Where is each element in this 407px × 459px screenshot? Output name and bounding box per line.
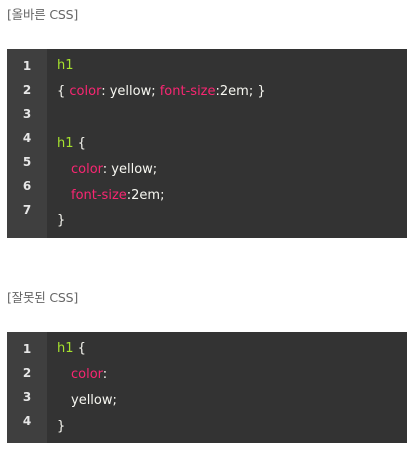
line-number: 4 [22,414,32,428]
punctuation-token: } [57,213,66,228]
selector-token: h1 [57,136,74,151]
selector-token: h1 [57,341,74,356]
value-token: : [102,367,108,382]
line-number: 7 [22,203,32,217]
value-token: : yellow; [102,162,158,177]
property-token: font-size [71,188,127,203]
line-number: 6 [22,179,32,193]
code-line-1: h1 { [57,341,86,357]
code-line-4: h1 { [57,136,86,152]
code-line-2: { color: yellow; font-size:2em; } [57,84,266,100]
line-number: 5 [22,155,32,169]
line-number-gutter: 1 2 3 4 [7,332,47,443]
caption-wrong-css: [잘못된 CSS] [7,290,79,305]
line-number: 2 [22,366,32,380]
punctuation-token: { [73,341,86,356]
code-line-5: color: yellow; [71,162,157,178]
code-line-6: font-size:2em; [71,188,164,204]
line-number-gutter: 1 2 3 4 5 6 7 [7,49,47,238]
punctuation-token: { [73,136,86,151]
code-block-correct: 1 2 3 4 5 6 7 h1 { color: yellow; font-s… [7,49,407,238]
value-token: : yellow; [101,84,160,99]
value-token: :2em; } [215,84,266,99]
line-number: 4 [22,131,32,145]
line-number: 2 [22,83,32,97]
value-token: :2em; [126,188,165,203]
code-line-3: yellow; [71,393,117,409]
line-number: 3 [22,107,32,121]
property-token: color [69,84,102,99]
selector-token: h1 [57,58,74,73]
property-token: font-size [159,84,216,99]
property-token: color [71,162,103,177]
caption-correct-css: [올바른 CSS] [7,7,79,22]
punctuation-token: { [57,84,70,99]
line-number: 1 [22,59,32,73]
value-token: yellow; [71,393,117,408]
line-number: 1 [22,342,32,356]
code-line-7: } [57,213,65,229]
property-token: color [71,367,103,382]
code-line-4: } [57,419,65,435]
punctuation-token: } [57,419,66,434]
code-block-wrong: 1 2 3 4 h1 { color: yellow; } [7,332,407,443]
code-line-1: h1 [57,58,74,74]
code-line-2: color: [71,367,107,383]
line-number: 3 [22,390,32,404]
